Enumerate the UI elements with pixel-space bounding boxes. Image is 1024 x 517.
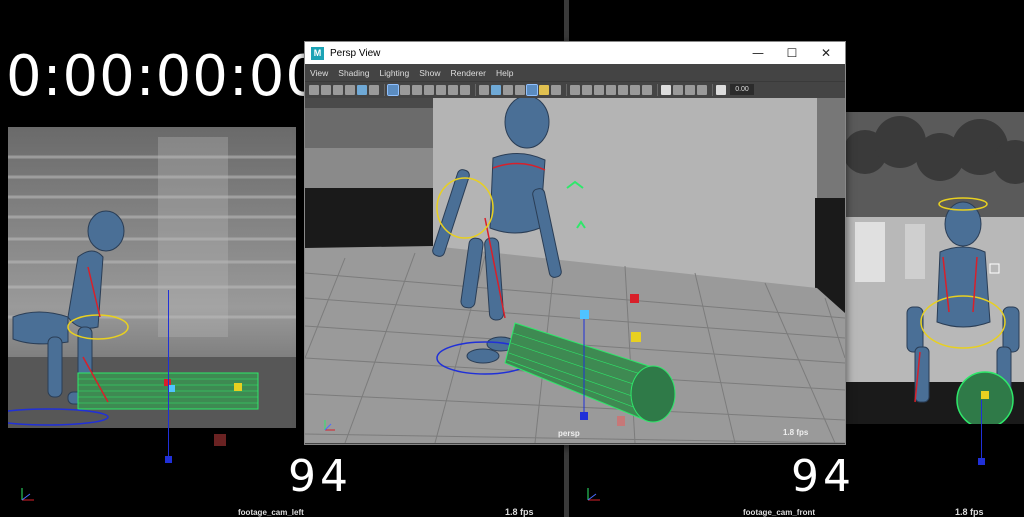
camera-attributes-icon[interactable] (321, 84, 331, 95)
grid-icon[interactable] (387, 83, 399, 96)
wireframe-icon[interactable] (479, 84, 489, 95)
bookmark-icon[interactable] (333, 84, 343, 95)
menu-lighting[interactable]: Lighting (374, 68, 414, 78)
right-footage-image (845, 112, 1024, 424)
panel-toolbar: 0.00 (305, 81, 845, 97)
grease-pencil-icon[interactable] (369, 84, 379, 95)
select-camera-icon[interactable] (309, 84, 319, 95)
toolbar-separator (712, 83, 713, 96)
shadows-icon[interactable] (539, 84, 549, 95)
axis-gizmo-icon (21, 488, 34, 501)
toolbar-separator (384, 83, 385, 96)
window-titlebar[interactable]: M Persp View — ☐ ✕ (305, 42, 845, 64)
viewport-fps-label: 1.8 fps (783, 428, 809, 437)
motion-blur-icon[interactable] (606, 84, 616, 95)
field-chart-icon[interactable] (436, 84, 446, 95)
backface-culling-icon[interactable] (697, 84, 707, 95)
toolbar-separator (657, 83, 658, 96)
multisample-icon[interactable] (618, 84, 628, 95)
right-manip-handle[interactable] (978, 458, 985, 465)
right-footage-svg (845, 112, 1024, 424)
toolbar-separator (475, 83, 476, 96)
right-manip-axis (981, 400, 982, 460)
menu-renderer[interactable]: Renderer (446, 68, 491, 78)
left-footage-svg (8, 127, 296, 428)
exposure-icon[interactable] (716, 84, 726, 95)
fps-label: 1.8 fps (505, 507, 534, 517)
textured-icon[interactable] (515, 84, 525, 95)
camera-label: footage_cam_front (743, 508, 816, 517)
window-title: Persp View (330, 47, 381, 59)
camera-label: footage_cam_left (238, 508, 304, 517)
axis-gizmo-icon (587, 488, 600, 501)
resolution-gate-icon[interactable] (412, 84, 422, 95)
xray-mode-icon[interactable] (673, 84, 683, 95)
menu-view[interactable]: View (305, 68, 333, 78)
xray-active-icon[interactable] (582, 84, 592, 95)
fps-label: 1.8 fps (955, 507, 984, 517)
default-material-icon[interactable] (685, 84, 695, 95)
use-all-lights-icon[interactable] (526, 83, 538, 96)
menu-show[interactable]: Show (414, 68, 445, 78)
left-manip-axis (168, 290, 169, 460)
xray-joints-icon[interactable] (570, 84, 580, 95)
close-button[interactable]: ✕ (809, 42, 843, 64)
hud-icon[interactable] (661, 84, 671, 95)
ambient-occlusion-icon[interactable] (594, 84, 604, 95)
wireframe-on-shaded-icon[interactable] (503, 84, 513, 95)
exposure-value-field[interactable]: 0.00 (730, 84, 754, 95)
film-gate-icon[interactable] (400, 84, 410, 95)
menu-bar: View Shading Lighting Show Renderer Help (305, 64, 845, 81)
frame-counter: 94 (791, 451, 855, 502)
left-manip-marker (214, 434, 226, 446)
persp-view-window[interactable]: M Persp View — ☐ ✕ View Shading Lighting… (304, 41, 846, 445)
gate-mask-icon[interactable] (424, 84, 434, 95)
2d-pan-zoom-icon[interactable] (357, 84, 367, 95)
maya-app-icon: M (311, 46, 324, 60)
toolbar-separator (566, 83, 567, 96)
smooth-shade-icon[interactable] (491, 84, 501, 95)
persp-viewport[interactable]: persp 1.8 fps (305, 98, 845, 443)
menu-shading[interactable]: Shading (333, 68, 374, 78)
left-footage-image (8, 127, 296, 428)
timecode-display: 0:00:00:00 (6, 44, 323, 109)
xray-icon[interactable] (551, 84, 561, 95)
isolate-select-icon[interactable] (642, 84, 652, 95)
safe-action-icon[interactable] (448, 84, 458, 95)
viewport-camera-label: persp (558, 429, 580, 438)
depth-of-field-icon[interactable] (630, 84, 640, 95)
menu-help[interactable]: Help (491, 68, 518, 78)
minimize-button[interactable]: — (741, 42, 775, 64)
safe-title-icon[interactable] (460, 84, 470, 95)
maximize-button[interactable]: ☐ (775, 42, 809, 64)
left-manip-handle[interactable] (165, 456, 172, 463)
frame-counter: 94 (288, 451, 352, 502)
image-plane-icon[interactable] (345, 84, 355, 95)
persp-scene-svg (305, 98, 845, 443)
